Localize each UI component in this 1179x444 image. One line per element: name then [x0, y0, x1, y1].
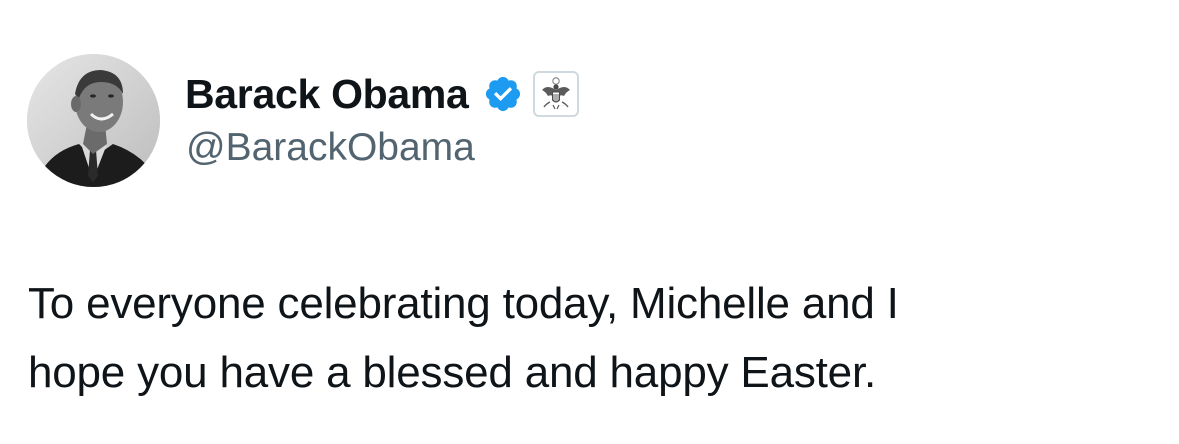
avatar-photo-icon — [27, 54, 160, 187]
author-handle[interactable]: @BarackObama — [186, 124, 475, 172]
tweet-text: To everyone celebrating today, Michelle … — [28, 279, 899, 397]
us-government-seal-icon[interactable] — [532, 71, 579, 117]
author-display-name[interactable]: Barack Obama — [185, 68, 469, 120]
author-name-row: Barack Obama — [185, 68, 579, 120]
tweet-card: Barack Obama @BarackObama To everyone ce… — [0, 0, 1179, 444]
verified-badge-icon[interactable] — [483, 74, 523, 114]
author-avatar[interactable] — [27, 54, 160, 187]
